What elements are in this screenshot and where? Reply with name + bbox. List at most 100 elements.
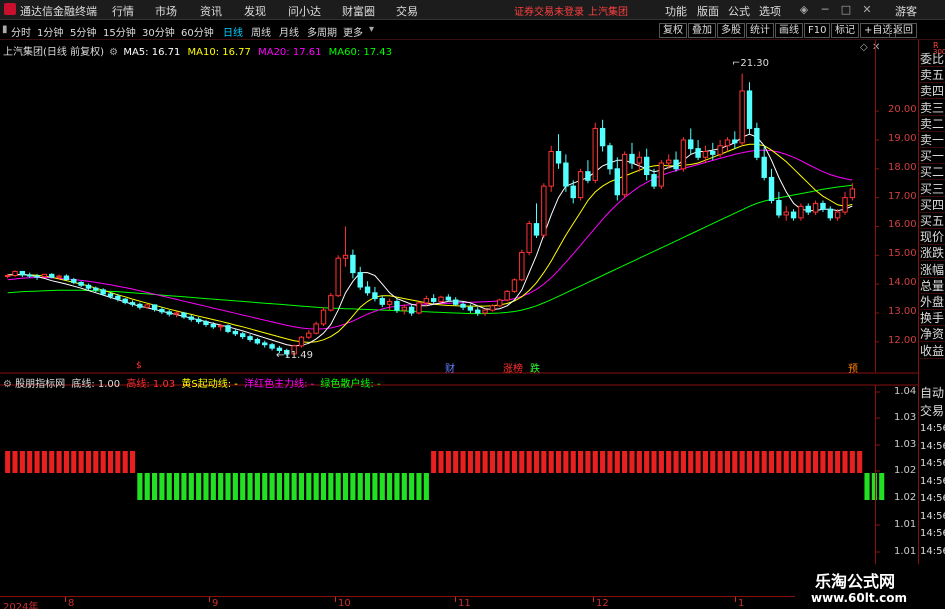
candle-body bbox=[151, 304, 158, 311]
candle-body bbox=[240, 333, 246, 338]
signal-bar-green bbox=[394, 473, 400, 500]
y-tick-label: 19.00 bbox=[888, 132, 917, 144]
sidebar-item[interactable]: 买三 bbox=[920, 181, 945, 197]
sidebar-item[interactable]: 卖二 bbox=[920, 116, 945, 132]
kline-chart[interactable] bbox=[0, 40, 918, 596]
signal-bar-green bbox=[181, 473, 187, 500]
tab-60min[interactable]: 60分钟 bbox=[181, 24, 214, 39]
close-icon[interactable]: ✕ bbox=[860, 3, 874, 17]
maximize-icon[interactable]: □ bbox=[839, 3, 853, 17]
menu-quotes[interactable]: 行情 bbox=[112, 3, 134, 19]
menu-discover[interactable]: 发现 bbox=[244, 3, 266, 19]
menu-market[interactable]: 市场 bbox=[155, 3, 177, 19]
x-tick-mark bbox=[593, 597, 594, 602]
menu-layout[interactable]: 版面 bbox=[697, 3, 719, 19]
back-button[interactable]: 返回 bbox=[889, 23, 917, 38]
candle-body bbox=[217, 325, 224, 328]
sidebar2-item[interactable]: 交易 bbox=[920, 403, 945, 420]
mark-button[interactable]: 标记 bbox=[831, 23, 859, 38]
event-mark-forecast[interactable]: 预 bbox=[848, 360, 858, 375]
sidebar-item[interactable]: 委比 bbox=[920, 51, 945, 67]
sidebar-item[interactable]: 买五 bbox=[920, 213, 945, 229]
tab-intraday[interactable]: 分时 bbox=[11, 24, 31, 39]
tab-daily[interactable]: 日线 bbox=[223, 24, 243, 39]
statistics-button[interactable]: 统计 bbox=[746, 23, 774, 38]
sidebar2-item[interactable]: 14:56 bbox=[920, 490, 945, 507]
tab-30min[interactable]: 30分钟 bbox=[142, 24, 175, 39]
sidebar-item[interactable]: 卖五 bbox=[920, 67, 945, 84]
sidebar-item[interactable]: 总量 bbox=[920, 278, 945, 294]
sidebar2-item[interactable]: 14:56 bbox=[920, 543, 945, 560]
candle-body bbox=[41, 273, 48, 278]
candle-body bbox=[416, 302, 422, 314]
candle-body bbox=[85, 284, 92, 289]
sidebar-item[interactable]: 卖四 bbox=[920, 83, 945, 100]
tab-5min[interactable]: 5分钟 bbox=[70, 24, 96, 39]
tab-monthly[interactable]: 月线 bbox=[279, 24, 299, 39]
draw-line-button[interactable]: 画线 bbox=[775, 23, 803, 38]
event-mark-drop[interactable]: 跌 bbox=[530, 360, 540, 375]
sidebar2-item[interactable]: 自动 bbox=[920, 385, 945, 402]
sidebar-item[interactable]: 换手 bbox=[920, 310, 945, 327]
indicator-name[interactable]: 股朋指标网 bbox=[15, 379, 65, 390]
tab-15min[interactable]: 15分钟 bbox=[103, 24, 136, 39]
sidebar-item[interactable]: 收益 bbox=[920, 343, 945, 359]
signal-bar-red bbox=[790, 451, 797, 473]
sidebar-item[interactable]: 涨跌 bbox=[920, 245, 945, 262]
toolbar-toggle-icon[interactable]: ▮ bbox=[2, 24, 8, 35]
settings-icon[interactable]: ⚙ bbox=[109, 47, 118, 58]
menu-xiaoda[interactable]: 问小达 bbox=[288, 3, 321, 19]
menu-trade[interactable]: 交易 bbox=[396, 3, 418, 19]
sidebar-item[interactable]: 买四 bbox=[920, 197, 945, 213]
sidebar-item[interactable]: 买二 bbox=[920, 164, 945, 181]
event-mark-finance[interactable]: 财 bbox=[445, 360, 455, 375]
event-mark-dollar[interactable]: $ bbox=[136, 361, 142, 371]
menu-wealth-circle[interactable]: 财富圈 bbox=[342, 3, 375, 19]
menu-function[interactable]: 功能 bbox=[665, 3, 687, 19]
sidebar-item[interactable]: 净资 bbox=[920, 326, 945, 343]
sidebar-item[interactable]: 外盘 bbox=[920, 294, 945, 310]
sidebar2-item[interactable]: 14:56 bbox=[920, 420, 945, 437]
candle-body bbox=[614, 168, 620, 196]
signal-bar-red bbox=[541, 451, 547, 473]
menu-options[interactable]: 选项 bbox=[759, 3, 781, 19]
tab-1min[interactable]: 1分钟 bbox=[37, 24, 63, 39]
skin-icon[interactable]: ◈ bbox=[797, 3, 811, 17]
candle-body bbox=[754, 127, 760, 158]
sidebar-item[interactable]: 卖三 bbox=[920, 100, 945, 116]
tab-more[interactable]: 更多 bbox=[343, 24, 363, 39]
period-toolbar: ▮ 分时 1分钟 5分钟 15分钟 30分钟 60分钟 日线 周线 月线 多周期… bbox=[0, 21, 945, 40]
sidebar-item[interactable]: 买一 bbox=[920, 148, 945, 165]
app-title: 通达信金融终端 bbox=[20, 5, 97, 18]
sidebar2-item[interactable]: 14:56 bbox=[920, 508, 945, 525]
chart-collapse-icon[interactable]: ◇ bbox=[860, 42, 868, 53]
candle-body bbox=[592, 127, 598, 181]
sidebar2-item[interactable]: 14:56 bbox=[920, 525, 945, 542]
event-mark-top-gainers[interactable]: 涨榜 bbox=[503, 360, 523, 375]
sidebar-item[interactable]: 涨幅 bbox=[920, 262, 945, 278]
ma10-line bbox=[7, 143, 853, 343]
more-dropdown-icon[interactable]: ▾ bbox=[369, 24, 374, 35]
overlay-button[interactable]: 叠加 bbox=[688, 23, 716, 38]
minimize-icon[interactable]: ─ bbox=[818, 3, 832, 17]
sidebar-item[interactable]: 卖一 bbox=[920, 132, 945, 148]
guest-user[interactable]: 游客 bbox=[895, 3, 917, 19]
app-logo-icon bbox=[4, 3, 16, 15]
sidebar-item[interactable]: 现价 bbox=[920, 229, 945, 246]
f10-button[interactable]: F10 bbox=[804, 23, 831, 38]
sidebar2-item[interactable]: 14:56 bbox=[920, 473, 945, 490]
tab-weekly[interactable]: 周线 bbox=[251, 24, 271, 39]
menu-news[interactable]: 资讯 bbox=[200, 3, 222, 19]
sidebar2-item[interactable]: 14:56 bbox=[920, 455, 945, 472]
candle-body bbox=[577, 171, 584, 199]
candle-body bbox=[298, 336, 305, 347]
tab-multi-period[interactable]: 多周期 bbox=[307, 24, 337, 39]
signal-bar-green bbox=[196, 473, 202, 500]
signal-bar-red bbox=[453, 451, 459, 473]
multi-stock-button[interactable]: 多股 bbox=[717, 23, 745, 38]
sidebar2-item[interactable]: 14:56 bbox=[920, 438, 945, 455]
menu-formula[interactable]: 公式 bbox=[728, 3, 750, 19]
candle-body bbox=[137, 303, 143, 308]
restore-rights-button[interactable]: 复权 bbox=[659, 23, 687, 38]
indicator-settings-icon[interactable]: ⚙ bbox=[3, 379, 12, 390]
